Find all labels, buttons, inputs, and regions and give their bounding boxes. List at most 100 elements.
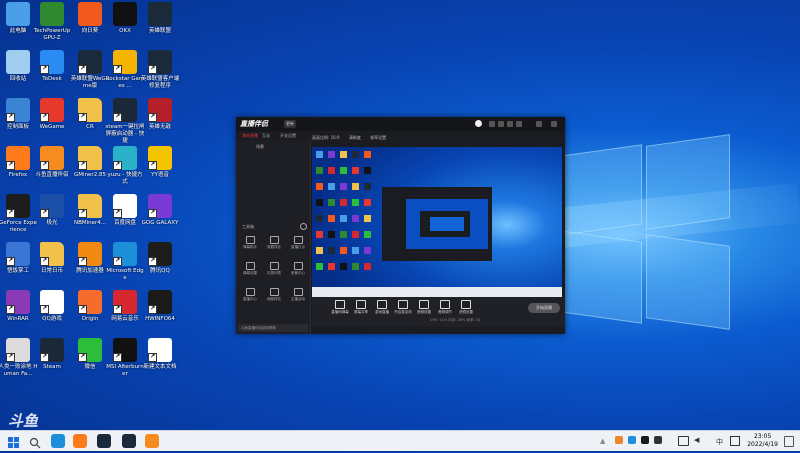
desktop-icon-hero-icon[interactable]: ↗ 英雄无敌 [140, 98, 180, 131]
desktop-icon-yy-icon[interactable]: ↗ YY语音 [140, 146, 180, 179]
desktop-icon-qq-game-icon[interactable]: ↗ QQ游戏 [32, 290, 72, 323]
desktop-icon-hwinfo-icon[interactable]: ↗ HWINFO64 [140, 290, 180, 323]
desktop-icon-folder-icon[interactable]: ↗ CR [70, 98, 110, 131]
tray-volume-icon[interactable]: ◀ [694, 436, 699, 444]
notice-bar[interactable]: 斗鱼直播伴侣使用帮助 [238, 324, 308, 332]
scene-label[interactable]: 场景 [256, 144, 264, 150]
desktop-icon-todesk-icon[interactable]: ↗ ToDesk [32, 50, 72, 83]
preview-desktop-icon [316, 199, 323, 206]
desktop-icon-gpuz-icon[interactable]: TechPowerUp GPU-Z [32, 2, 72, 42]
desktop-icon-yuzu-icon[interactable]: ↗ yuzu - 快捷方式 [105, 146, 145, 186]
edge-taskbar-icon[interactable] [51, 434, 65, 448]
menu-icon[interactable] [516, 121, 522, 127]
update-badge[interactable]: 更新 [284, 120, 296, 128]
search-icon[interactable] [29, 434, 43, 449]
desktop-icon-text-document-icon[interactable]: ↗ 新建文本文档 [140, 338, 180, 371]
bottom-action[interactable]: 直播间弹幕 [330, 300, 350, 315]
live-preview[interactable] [312, 147, 562, 319]
bottom-action[interactable]: 音频调节 [435, 300, 455, 315]
lol-wegame-taskbar-icon[interactable] [122, 434, 136, 448]
desktop-icon-afterburner-icon[interactable]: ↗ MSI Afterburner [105, 338, 145, 378]
shortcut-arrow-icon: ↗ [40, 65, 49, 74]
skin-icon[interactable] [489, 121, 495, 127]
bottom-action[interactable]: 开启麦克风 [393, 300, 413, 315]
bottom-action[interactable]: 音频设置 [414, 300, 434, 315]
tab-settings[interactable]: 开关设置 [280, 133, 296, 139]
tray-app-icon-2[interactable] [628, 436, 636, 444]
preview-desktop-icon [316, 231, 323, 238]
tray-app-icon-1[interactable] [615, 436, 623, 444]
windows-start-icon[interactable] [8, 434, 22, 448]
tab-my-live[interactable]: 我的直播 [242, 133, 258, 139]
desktop-icon-folder-icon[interactable]: ↗ 日常日币 [32, 242, 72, 275]
toolbox-refresh-icon[interactable] [300, 223, 307, 230]
tool-item[interactable]: 直播打点 [288, 236, 308, 250]
tool-item[interactable]: 直播中心 [240, 288, 260, 302]
tool-item[interactable]: 礼物列表 [264, 262, 284, 276]
tool-item[interactable]: 弹幕设置 [240, 262, 260, 276]
preview-desktop-icon [364, 151, 371, 158]
wechat-icon: ↗ [78, 338, 102, 362]
desktop-icon-folder-icon[interactable]: ↗ GMiner2.85 [70, 146, 110, 179]
tray-language[interactable]: 中 [716, 437, 723, 447]
taskbar-clock[interactable]: 23:05 2022/4/19 [747, 433, 778, 449]
avatar[interactable] [475, 120, 482, 127]
tray-network-icon[interactable] [678, 436, 689, 446]
tool-label: 弹幕设置 [243, 271, 257, 275]
tool-item[interactable]: 主播活动 [288, 288, 308, 302]
tab-interaction[interactable]: 互动 [262, 133, 270, 139]
desktop-icon-wegame-icon[interactable]: ↗ WeGame [32, 98, 72, 131]
hwinfo-icon: ↗ [148, 290, 172, 314]
desktop-icon-netease-music-icon[interactable]: ↗ 网易云音乐 [105, 290, 145, 323]
message-icon[interactable] [498, 121, 504, 127]
douyu-live-companion-window[interactable]: 直播伴侣 更新 我的直播 互动 开关设置 场景 工具箱 弹幕助手 观看排名 直播打点… [236, 117, 565, 334]
tool-item[interactable]: 观看排名 [264, 236, 284, 250]
shortcut-arrow-icon: ↗ [148, 209, 157, 218]
tool-item[interactable]: 弹幕助手 [240, 236, 260, 250]
bottom-action[interactable]: 滤镜设置 [456, 300, 476, 315]
notification-icon[interactable] [784, 436, 794, 447]
lol-taskbar-icon[interactable] [97, 434, 111, 448]
start-live-button[interactable]: 开始直播 [528, 303, 560, 313]
desktop-icon-origin-icon[interactable]: ↗ Origin [70, 290, 110, 323]
close-icon[interactable] [551, 121, 557, 127]
desktop-icon-gog-icon[interactable]: ↗ GOG GALAXY [140, 194, 180, 227]
desktop-icon-lol-repair-icon[interactable]: ↗ 英雄联盟客户端修复程序 [140, 50, 180, 90]
tray-icons[interactable]: ▲ [600, 437, 605, 445]
douyu-taskbar-icon[interactable] [145, 434, 159, 448]
desktop-icon-baidu-pan-icon[interactable]: ↗ 百度网盘 [105, 194, 145, 227]
desktop-icon-folder-icon[interactable]: ↗ NBMiner4... [70, 194, 110, 227]
window-titlebar[interactable]: 直播伴侣 更新 [236, 117, 565, 131]
desktop-icon-lol-wegame-icon[interactable]: ↗ 英雄联盟WeGame版 [70, 50, 110, 90]
tool-item[interactable]: 贡献排名 [264, 288, 284, 302]
desktop-icon-okx-icon[interactable]: OKX [105, 2, 145, 35]
desktop-icon-qq-icon[interactable]: ↗ 腾讯QQ [140, 242, 180, 275]
shortcut-arrow-icon: ↗ [113, 113, 122, 122]
tool-icon [245, 288, 255, 296]
desktop-icon-douyu-icon[interactable]: ↗ 斗鱼直播伴侣 [32, 146, 72, 179]
tray-ime-icon[interactable] [730, 436, 740, 446]
bottom-action-bar: 直播间弹幕 屏幕共享 游戏直播 开启麦克风 音频设置 音频调节 滤镜设置 CPU: 11% … [312, 297, 565, 327]
desktop-icon-steam-icon[interactable]: ↗ Steam [32, 338, 72, 371]
tray-app-icon-4[interactable] [654, 436, 662, 444]
firefox-taskbar-icon[interactable] [73, 434, 87, 448]
shortcut-arrow-icon: ↗ [78, 353, 87, 362]
tool-item[interactable]: 房管中心 [288, 262, 308, 276]
action-icon [356, 300, 366, 309]
desktop-icon-wechat-icon[interactable]: ↗ 微信 [70, 338, 110, 371]
bottom-action[interactable]: 屏幕共享 [351, 300, 371, 315]
quality-label[interactable]: 清晰度 [349, 135, 361, 140]
desktop-icon-jiguang-icon[interactable]: ↗ 极光 [32, 194, 72, 227]
minimize-icon[interactable] [536, 121, 542, 127]
settings-icon[interactable] [507, 121, 513, 127]
aspect-ratio-label[interactable]: 画面比例: 16:9 [312, 135, 340, 140]
bottom-action[interactable]: 游戏直播 [372, 300, 392, 315]
desktop-icon-edge-icon[interactable]: ↗ Microsoft Edge [105, 242, 145, 282]
desktop-icon-lol-icon[interactable]: 英雄联盟 [140, 2, 180, 35]
tray-app-icon-3[interactable] [641, 436, 649, 444]
desktop-icon-sunlogin-icon[interactable]: 向日葵 [70, 2, 110, 35]
desktop-icon-steam-icon[interactable]: ↗ steam一键拉闸屏蔽启动器 - 快捷 [105, 98, 145, 145]
desktop-icon-rockstar-icon[interactable]: ↗ Rockstar Games ... [105, 50, 145, 90]
desktop-icon-tencent-booster-icon[interactable]: ↗ 腾讯加速器 [70, 242, 110, 275]
framerate-label[interactable]: 帧率设置 [370, 135, 386, 140]
